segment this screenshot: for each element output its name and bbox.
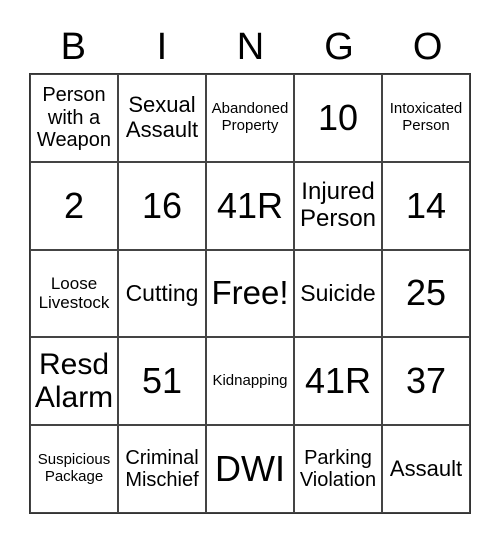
bingo-grid: Person with a Weapon Sexual Assault Abando…	[29, 73, 471, 514]
header-letter-g: G	[324, 26, 354, 68]
bingo-cell: Suspicious Package	[30, 425, 118, 513]
bingo-cell: 37	[382, 337, 470, 426]
bingo-cell: Resd Alarm	[30, 337, 118, 426]
bingo-header: B I N G O	[29, 22, 472, 72]
bingo-cell: 2	[30, 161, 118, 250]
bingo-cell: 41R	[206, 161, 294, 250]
bingo-cell: DWI	[206, 425, 294, 513]
bingo-cell: Intoxicated Person	[382, 74, 470, 162]
bingo-cell: 41R	[294, 337, 382, 426]
bingo-cell: Kidnapping	[206, 337, 294, 426]
bingo-cell: Injured Person	[294, 161, 382, 250]
bingo-cell: Criminal Mischief	[118, 425, 206, 513]
bingo-cell: 51	[118, 337, 206, 426]
bingo-cell: Cutting	[118, 249, 206, 338]
bingo-cell: Sexual Assault	[118, 74, 206, 162]
header-letter-n: N	[236, 26, 265, 68]
free-space-cell: Free!	[206, 249, 294, 338]
bingo-cell: Parking Violation	[294, 425, 382, 513]
bingo-cell: Loose Livestock	[30, 249, 118, 338]
bingo-cell: 25	[382, 249, 470, 338]
header-letter-i: I	[156, 26, 168, 68]
bingo-cell: 10	[294, 74, 382, 162]
bingo-cell: Abandoned Property	[206, 74, 294, 162]
bingo-cell: 16	[118, 161, 206, 250]
bingo-cell: Assault	[382, 425, 470, 513]
header-letter-b: B	[60, 26, 86, 68]
bingo-cell: 14	[382, 161, 470, 250]
bingo-cell: Suicide	[294, 249, 382, 338]
header-letter-o: O	[412, 26, 443, 68]
bingo-cell: Person with a Weapon	[30, 74, 118, 162]
